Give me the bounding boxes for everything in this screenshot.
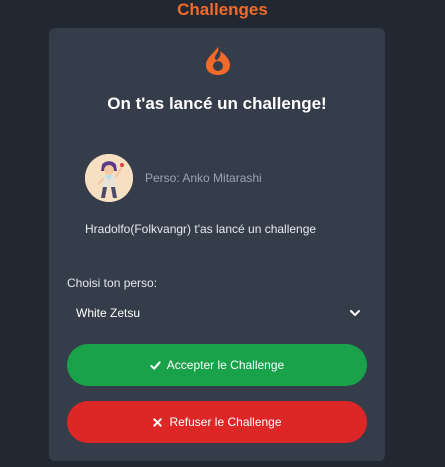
page-title: Challenges	[177, 0, 268, 19]
perso-select[interactable]: White Zetsu	[67, 298, 367, 328]
challenge-title: On t'as lancé un challenge!	[107, 94, 327, 113]
challenge-card: On t'as lancé un challenge! Perso: Anko …	[49, 28, 385, 461]
accept-challenge-button[interactable]: Accepter le Challenge	[67, 344, 367, 386]
perso-select-label: Choisi ton perso:	[67, 276, 158, 290]
refuse-challenge-button[interactable]: Refuser le Challenge	[67, 401, 367, 443]
refuse-challenge-label: Refuser le Challenge	[169, 415, 282, 429]
fire-icon	[206, 47, 230, 75]
checkmark-icon	[150, 360, 161, 370]
challenge-message: Hradolfo(Folkvangr) t'as lancé un challe…	[85, 222, 317, 236]
challenger-perso: Perso: Anko Mitarashi	[145, 171, 262, 185]
chevron-down-icon	[350, 310, 360, 316]
accept-challenge-label: Accepter le Challenge	[166, 358, 285, 372]
perso-select-value: White Zetsu	[76, 306, 141, 320]
avatar	[85, 154, 133, 202]
close-icon	[153, 417, 163, 427]
